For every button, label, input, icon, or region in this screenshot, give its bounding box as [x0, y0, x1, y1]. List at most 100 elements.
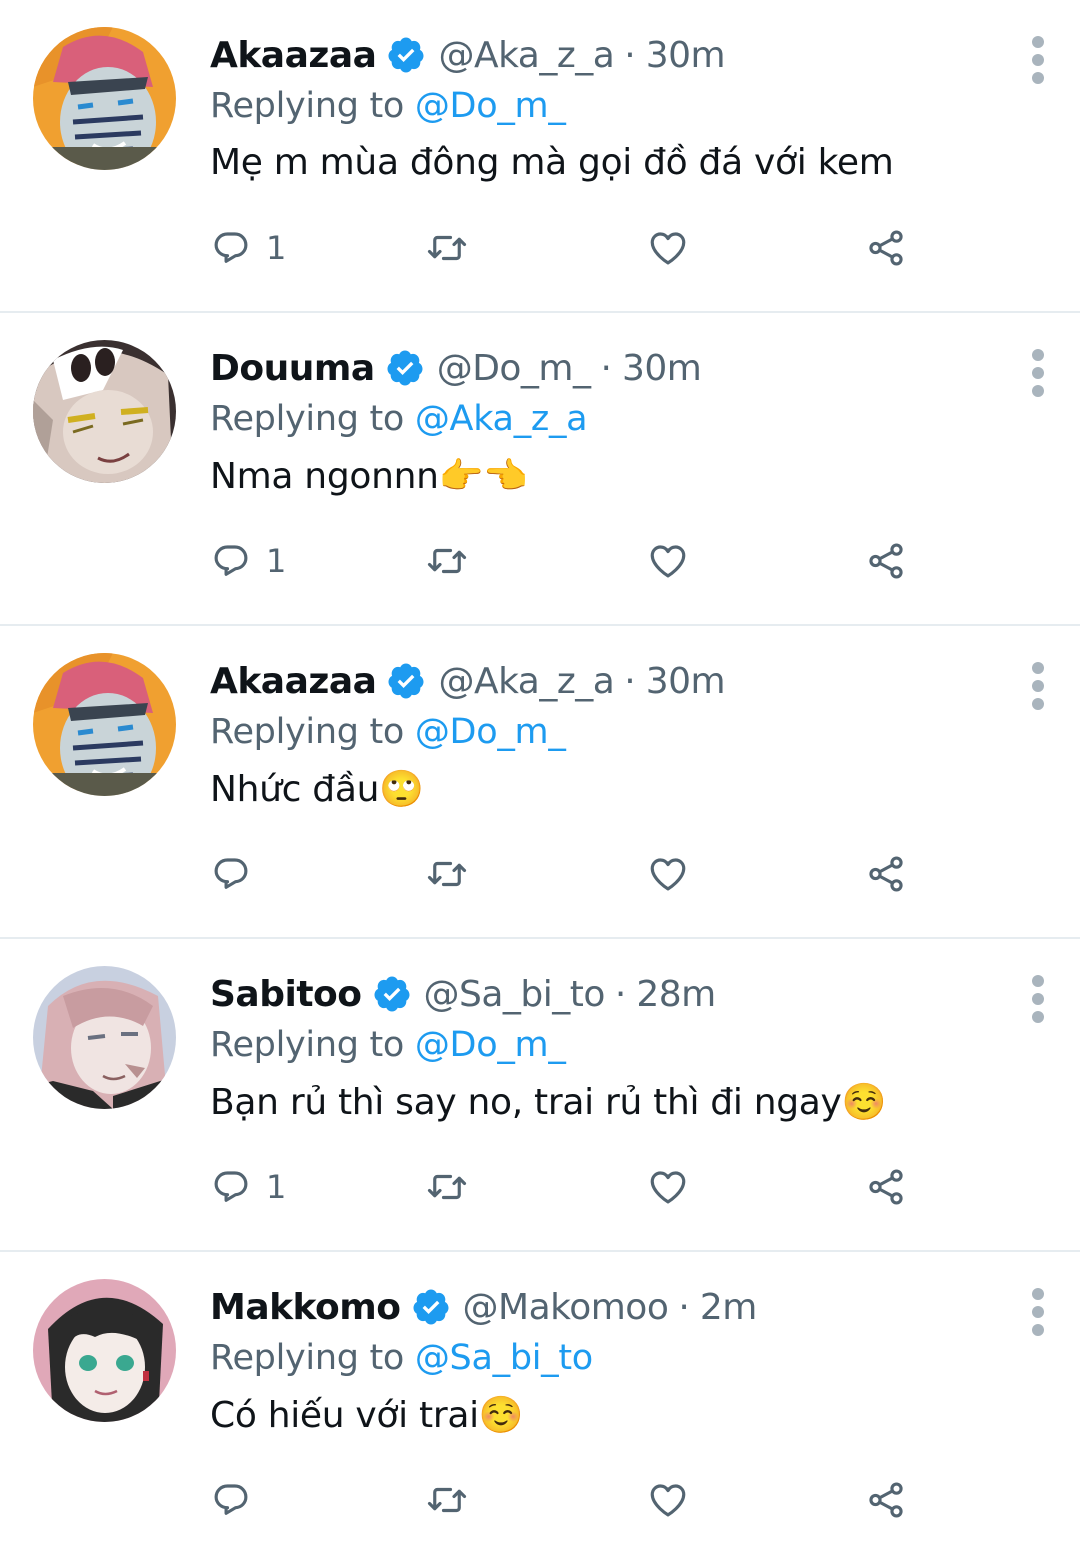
more-options-icon[interactable]	[1026, 662, 1050, 710]
action-bar: 1	[210, 538, 930, 588]
handle[interactable]: @Aka_z_a	[438, 35, 614, 76]
replying-to-line: Replying to @Do_m_	[210, 712, 566, 752]
replying-to-label: Replying to	[210, 86, 405, 126]
action-bar: 1	[210, 1164, 930, 1214]
verified-badge-icon	[374, 976, 410, 1012]
tweet[interactable]: Akaazaa @Aka_z_a · 30m Replying to @Do_m…	[0, 626, 1080, 939]
timestamp[interactable]: 28m	[636, 974, 716, 1015]
separator-dot: ·	[624, 660, 636, 702]
retweet-button[interactable]	[426, 225, 468, 271]
share-button[interactable]	[865, 1477, 907, 1523]
display-name[interactable]: Makkomo	[210, 1287, 401, 1328]
reply-button[interactable]	[210, 1477, 266, 1523]
tweet-text: Nma ngonnn👉👈	[210, 456, 528, 497]
heart-icon	[650, 1484, 686, 1517]
akaza-avatar[interactable]	[33, 653, 176, 796]
share-icon	[869, 856, 903, 892]
display-name[interactable]: Sabitoo	[210, 974, 362, 1015]
replying-to-label: Replying to	[210, 399, 405, 439]
separator-dot: ·	[624, 34, 636, 76]
timestamp[interactable]: 2m	[700, 1287, 757, 1328]
more-options-icon[interactable]	[1026, 36, 1050, 84]
timestamp[interactable]: 30m	[646, 661, 726, 702]
reply-icon	[214, 1171, 248, 1202]
mention-link[interactable]: @Do_m_	[415, 1025, 566, 1065]
reply-button[interactable]: 1	[210, 1164, 286, 1210]
tweet-text: Nhức đầu🙄	[210, 769, 424, 810]
separator-dot: ·	[614, 973, 627, 1015]
retweet-button[interactable]	[426, 538, 468, 584]
tweet[interactable]: Douuma @Do_m_ · 30m Replying to @Aka_z_a…	[0, 313, 1080, 626]
more-options-icon[interactable]	[1026, 1288, 1050, 1336]
like-button[interactable]	[647, 538, 689, 584]
timestamp[interactable]: 30m	[622, 348, 702, 389]
mention-link[interactable]: @Sa_bi_to	[415, 1338, 593, 1378]
handle[interactable]: @Sa_bi_to	[424, 974, 606, 1015]
retweet-icon	[427, 1174, 467, 1200]
reply-button[interactable]: 1	[210, 225, 286, 271]
tweet[interactable]: Akaazaa @Aka_z_a · 30m Replying to @Do_m…	[0, 0, 1080, 313]
share-icon	[869, 1482, 903, 1518]
replying-to-line: Replying to @Do_m_	[210, 1025, 566, 1065]
tweet-header: Douuma @Do_m_ · 30m	[210, 343, 702, 393]
tweet-header: Sabitoo @Sa_bi_to · 28m	[210, 969, 716, 1019]
like-button[interactable]	[647, 225, 689, 271]
share-button[interactable]	[865, 225, 907, 271]
handle[interactable]: @Do_m_	[437, 348, 591, 389]
replying-to-label: Replying to	[210, 1025, 405, 1065]
tweet[interactable]: Sabitoo @Sa_bi_to · 28m Replying to @Do_…	[0, 939, 1080, 1252]
reply-count: 1	[266, 1168, 287, 1206]
heart-icon	[650, 545, 686, 578]
tweet-header: Makkomo @Makomoo · 2m	[210, 1282, 757, 1332]
more-options-icon[interactable]	[1026, 349, 1050, 397]
retweet-button[interactable]	[426, 851, 468, 897]
display-name[interactable]: Akaazaa	[210, 661, 377, 702]
mention-link[interactable]: @Do_m_	[415, 86, 566, 126]
like-button[interactable]	[647, 1164, 689, 1210]
replying-to-label: Replying to	[210, 712, 405, 752]
action-bar	[210, 851, 930, 901]
reply-icon	[214, 1484, 248, 1515]
verified-badge-icon	[413, 1289, 449, 1325]
share-button[interactable]	[865, 538, 907, 584]
reply-button[interactable]: 1	[210, 538, 286, 584]
reply-button[interactable]	[210, 851, 266, 897]
display-name[interactable]: Akaazaa	[210, 35, 377, 76]
reply-feed: Akaazaa @Aka_z_a · 30m Replying to @Do_m…	[0, 0, 1080, 1552]
mention-link[interactable]: @Aka_z_a	[415, 399, 588, 439]
tweet-text: Mẹ m mùa đông mà gọi đồ đá với kem	[210, 142, 894, 183]
like-button[interactable]	[647, 851, 689, 897]
timestamp[interactable]: 30m	[646, 35, 726, 76]
reply-count: 1	[266, 542, 287, 580]
handle[interactable]: @Aka_z_a	[438, 661, 614, 702]
retweet-icon	[427, 1487, 467, 1513]
replying-to-line: Replying to @Aka_z_a	[210, 399, 588, 439]
heart-icon	[650, 858, 686, 891]
share-icon	[869, 230, 903, 266]
retweet-button[interactable]	[426, 1164, 468, 1210]
reply-count: 1	[266, 229, 287, 267]
reply-icon	[214, 858, 248, 889]
handle[interactable]: @Makomoo	[463, 1287, 669, 1328]
verified-badge-icon	[387, 350, 423, 386]
like-button[interactable]	[647, 1477, 689, 1523]
replying-to-label: Replying to	[210, 1338, 405, 1378]
share-button[interactable]	[865, 851, 907, 897]
share-icon	[869, 543, 903, 579]
mention-link[interactable]: @Do_m_	[415, 712, 566, 752]
separator-dot: ·	[678, 1286, 690, 1328]
more-options-icon[interactable]	[1026, 975, 1050, 1023]
retweet-button[interactable]	[426, 1477, 468, 1523]
verified-badge-icon	[388, 37, 424, 73]
tweet[interactable]: Makkomo @Makomoo · 2m Replying to @Sa_bi…	[0, 1252, 1080, 1552]
akaza-avatar[interactable]	[33, 27, 176, 170]
tweet-header: Akaazaa @Aka_z_a · 30m	[210, 656, 726, 706]
makomo-avatar[interactable]	[33, 1279, 176, 1422]
share-icon	[869, 1169, 903, 1205]
separator-dot: ·	[600, 347, 612, 389]
share-button[interactable]	[865, 1164, 907, 1210]
display-name[interactable]: Douuma	[210, 348, 375, 389]
heart-icon	[650, 232, 686, 265]
sabito-avatar[interactable]	[33, 966, 176, 1109]
douma-avatar[interactable]	[33, 340, 176, 483]
